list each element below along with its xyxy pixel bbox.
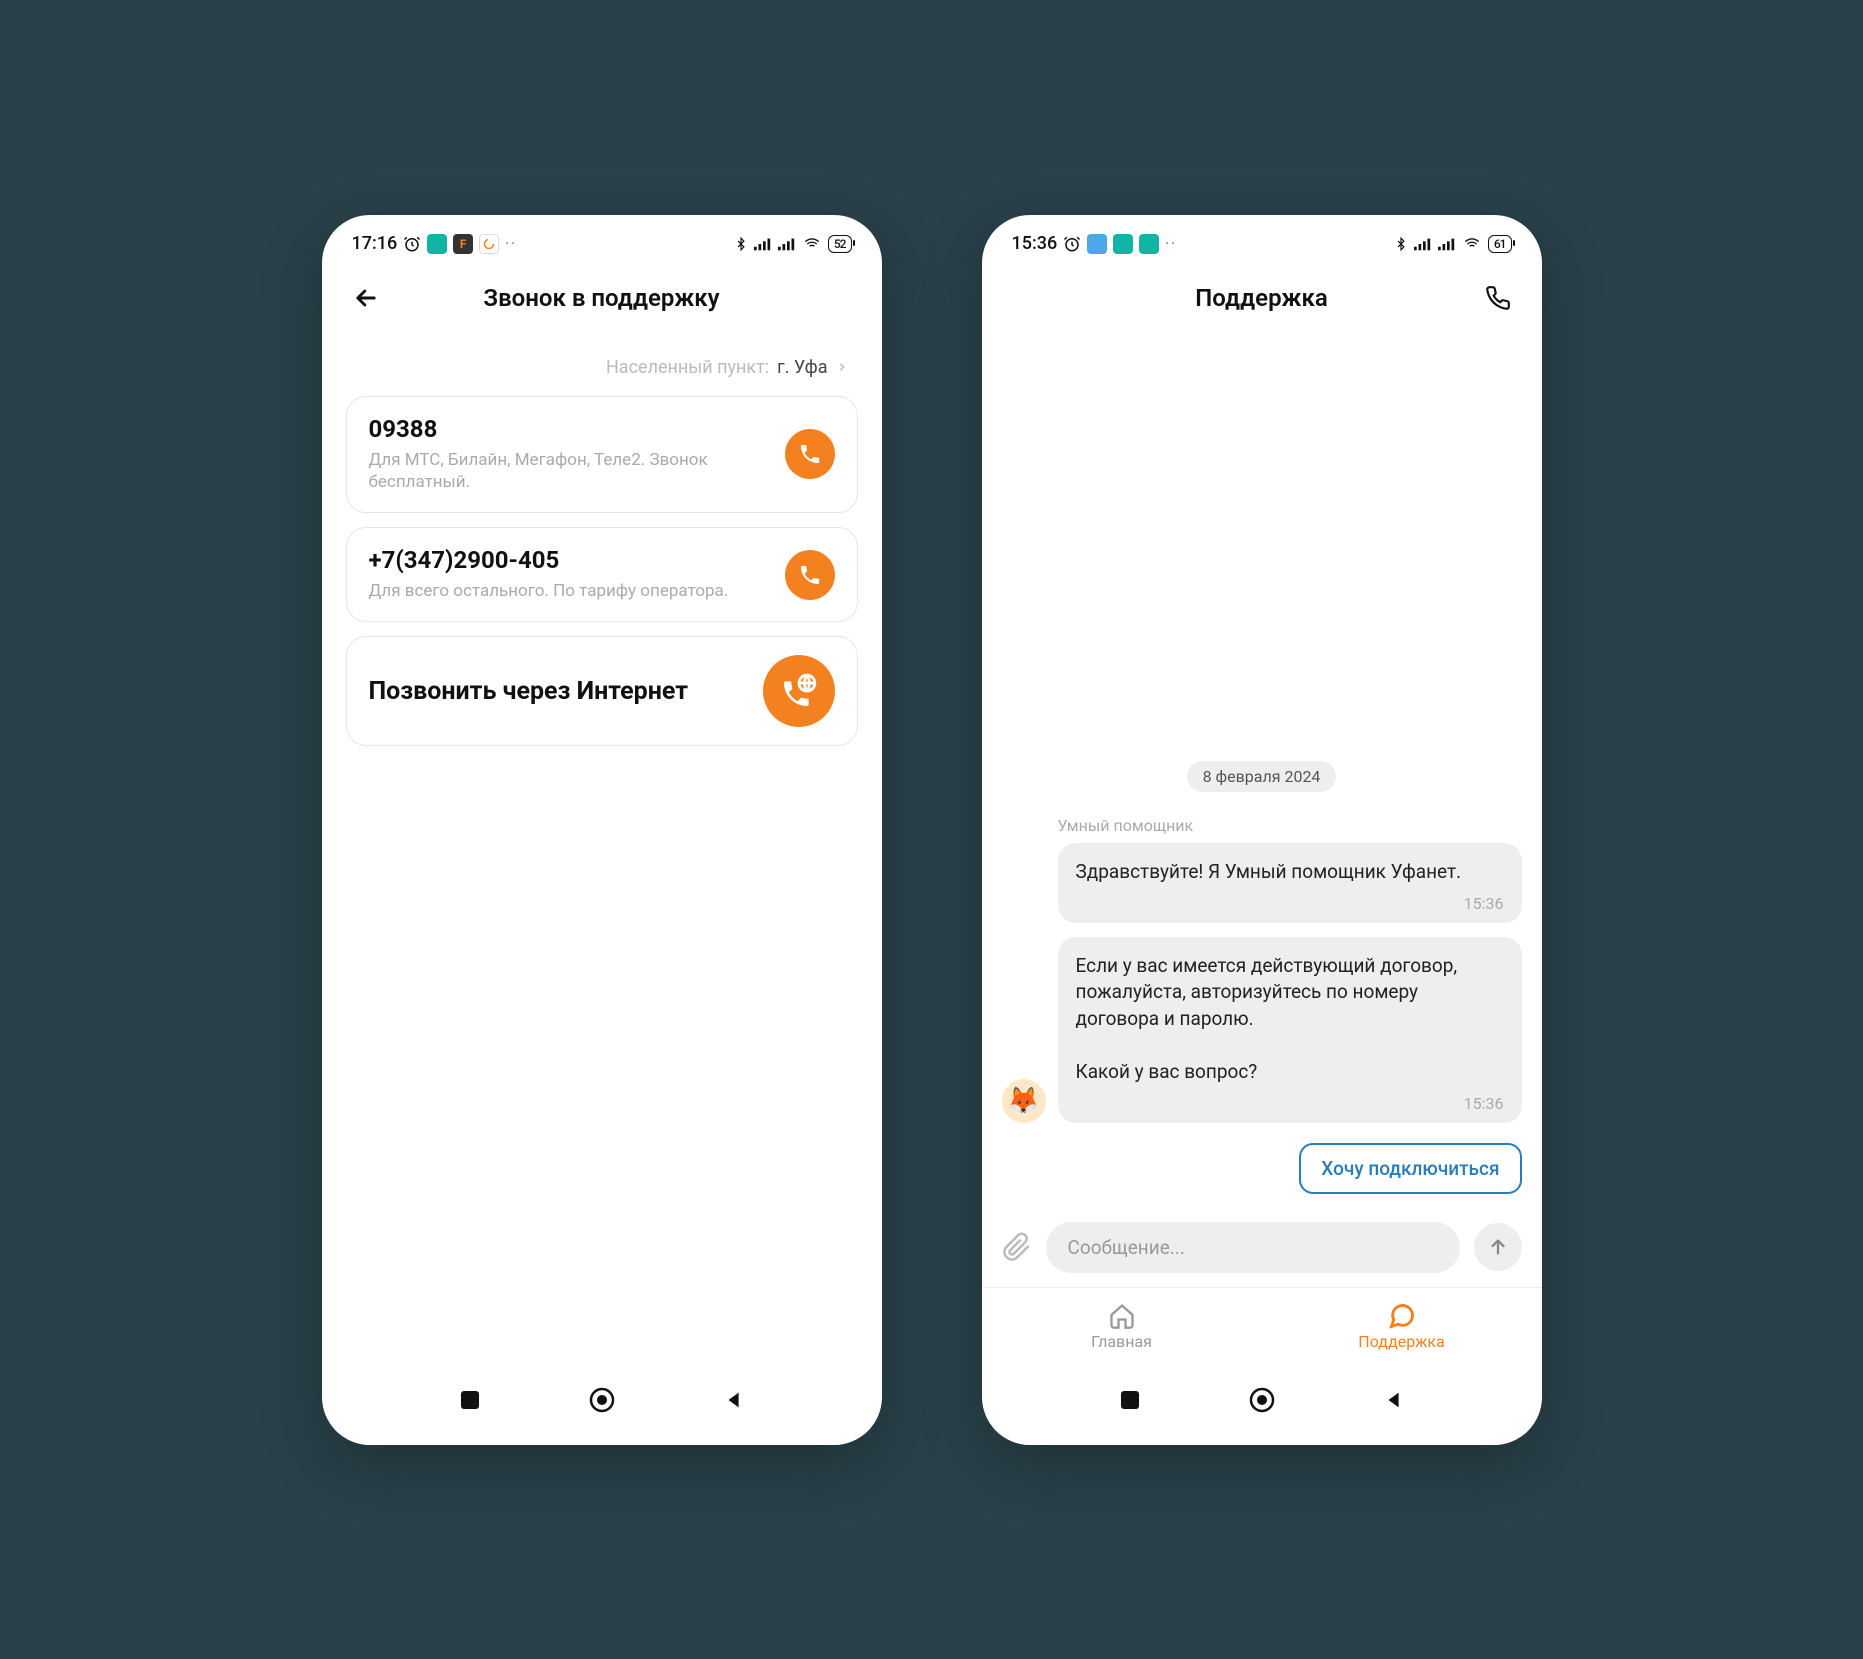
call-card-landline[interactable]: +7(347)2900-405 Для всего остального. По…: [346, 527, 858, 622]
home-button[interactable]: [588, 1386, 616, 1414]
signal-icon: [1414, 237, 1432, 251]
chevron-right-icon: [836, 360, 848, 374]
wifi-icon: [1462, 236, 1482, 252]
message-input[interactable]: Сообщение...: [1046, 1222, 1460, 1273]
attach-icon[interactable]: [1002, 1232, 1032, 1262]
app-badge-icon: [1139, 234, 1159, 254]
chat-body: 8 февраля 2024 Умный помощник 🦊 Здравств…: [982, 333, 1542, 1212]
chat-date: 8 февраля 2024: [1187, 761, 1337, 792]
call-card-internet[interactable]: Позвонить через Интернет: [346, 636, 858, 746]
page-title: Звонок в поддержку: [322, 284, 882, 312]
status-time: 15:36: [1012, 233, 1058, 254]
battery-icon: 61: [1488, 235, 1512, 253]
chat-message: 🦊 Здравствуйте! Я Умный помощник Уфанет.…: [1002, 843, 1522, 923]
alarm-icon: [403, 235, 421, 253]
back-nav-button[interactable]: [1383, 1389, 1405, 1411]
bottom-nav: Главная Поддержка: [982, 1287, 1542, 1365]
bluetooth-icon: [734, 235, 748, 253]
chat-sender-name: Умный помощник: [1058, 816, 1522, 835]
page-title: Поддержка: [982, 284, 1542, 312]
android-nav-bar: [982, 1365, 1542, 1445]
battery-icon: 52: [828, 235, 852, 253]
location-label: Населенный пункт:: [606, 357, 769, 378]
message-text: Если у вас имеется действующий договор, …: [1076, 953, 1504, 1086]
status-bar: 17:16 F ·· 52: [322, 215, 882, 263]
card-title: +7(347)2900-405: [369, 546, 769, 574]
more-icon: ··: [1165, 236, 1177, 252]
card-title: Позвонить через Интернет: [369, 677, 747, 706]
signal-icon: [778, 237, 796, 251]
nav-label: Поддержка: [1358, 1332, 1444, 1351]
message-text: Здравствуйте! Я Умный помощник Уфанет.: [1076, 859, 1504, 886]
card-subtitle: Для МТС, Билайн, Мегафон, Теле2. Звонок …: [369, 449, 769, 495]
call-button[interactable]: [1478, 285, 1518, 311]
app-header: Звонок в поддержку: [322, 263, 882, 333]
avatar: 🦊: [1002, 1079, 1046, 1123]
card-title: 09388: [369, 415, 769, 443]
quick-reply-button[interactable]: Хочу подключиться: [1299, 1143, 1521, 1194]
wifi-icon: [802, 236, 822, 252]
more-icon: ··: [505, 236, 517, 252]
chat-message: 🦊 Если у вас имеется действующий договор…: [1002, 937, 1522, 1123]
send-button[interactable]: [1474, 1223, 1522, 1271]
signal-icon: [754, 237, 772, 251]
nav-label: Главная: [1091, 1332, 1152, 1351]
phone-icon[interactable]: [785, 429, 835, 479]
app-badge-icon: [1087, 234, 1107, 254]
location-value: г. Уфа: [777, 357, 827, 378]
message-time: 15:36: [1076, 1094, 1504, 1113]
location-selector[interactable]: Населенный пункт: г. Уфа: [322, 333, 882, 396]
app-badge-icon: [1113, 234, 1133, 254]
message-time: 15:36: [1076, 894, 1504, 913]
card-subtitle: Для всего остального. По тарифу оператор…: [369, 580, 769, 603]
home-button[interactable]: [1248, 1386, 1276, 1414]
internet-call-icon[interactable]: [763, 655, 835, 727]
phone-support-chat: 15:36 ·· 61 Поддержка 8 февраля 2024: [982, 215, 1542, 1445]
nav-home[interactable]: Главная: [982, 1288, 1262, 1365]
bluetooth-icon: [1394, 235, 1408, 253]
android-nav-bar: [322, 1365, 882, 1445]
nav-support[interactable]: Поддержка: [1262, 1288, 1542, 1365]
app-badge-icon: [479, 234, 499, 254]
alarm-icon: [1063, 235, 1081, 253]
phone-icon[interactable]: [785, 550, 835, 600]
back-button[interactable]: [346, 284, 386, 312]
status-bar: 15:36 ·· 61: [982, 215, 1542, 263]
status-time: 17:16: [352, 233, 398, 254]
back-nav-button[interactable]: [723, 1389, 745, 1411]
app-badge-icon: [427, 234, 447, 254]
call-card-short-number[interactable]: 09388 Для МТС, Билайн, Мегафон, Теле2. З…: [346, 396, 858, 514]
app-header: Поддержка: [982, 263, 1542, 333]
chat-input-bar: Сообщение...: [982, 1212, 1542, 1287]
recent-apps-button[interactable]: [1119, 1389, 1141, 1411]
phone-call-support: 17:16 F ·· 52 Звонок в поддержку: [322, 215, 882, 1445]
signal-icon: [1438, 237, 1456, 251]
app-badge-icon: F: [453, 234, 473, 254]
recent-apps-button[interactable]: [459, 1389, 481, 1411]
